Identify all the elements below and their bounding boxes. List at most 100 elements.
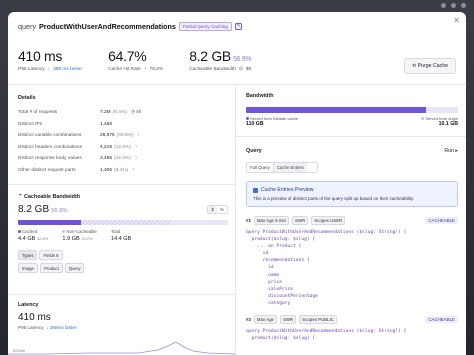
section-title[interactable]: ⌃ Cacheable Bandwidth [18, 194, 228, 200]
metric-value: 8.2 GB 56.9% [189, 48, 251, 64]
bandwidth-legend: Served from Stellate cache 110 GB Served … [246, 116, 458, 127]
section-title: Latency [18, 302, 39, 308]
code-line: product($slug: $slug) { [246, 336, 316, 342]
bar-served-cache [246, 107, 427, 113]
bandwidth-section: Bandwidth Served from Stellate cache 110 … [246, 93, 458, 127]
query-keyword: query [18, 22, 36, 31]
metric-latency: 410 ms P95 Latency ↓ 388 ms faster [18, 48, 82, 72]
legend-label: Cached [22, 229, 38, 234]
detail-num: 7.2M [100, 110, 111, 116]
metric-value-text: 8.2 GB [189, 48, 231, 64]
latency-sub: P95 Latency ↓388ms faster [18, 325, 228, 330]
section-title: Query [246, 148, 262, 154]
query-tabs: Full Query Cache Entries [246, 162, 318, 173]
chevron-up-icon: ⌃ [18, 194, 23, 200]
arrow-down-icon: ↓ [46, 325, 49, 330]
legend-sub: 13.2% [81, 236, 93, 241]
metric-value: 410 ms [18, 48, 63, 64]
detail-pct: (12.3%) [114, 156, 131, 162]
bandwidth-value: 8.2 GB 56.9% [18, 204, 228, 215]
detail-label: Other distinct request parts [18, 167, 76, 173]
bandwidth-legend: Cached 4.4 GB 30.6% Non-Cacheable 1.9 GB 1… [18, 229, 228, 242]
detail-row: Distinct headers combinations 4,219 (12.3%… [18, 142, 228, 154]
cacheable-bandwidth-section: ⌃ Cacheable Bandwidth 8.2 GB 56.9% $ % Ca… [18, 194, 228, 273]
toggle-dollar[interactable]: $ [208, 206, 217, 213]
trend-icon: ↑ [134, 144, 138, 150]
edit-icon[interactable]: ✎ [234, 23, 242, 30]
entry-tag: SWR [291, 216, 309, 225]
code-line: query ProductWithUserAndRecommendations … [246, 329, 407, 335]
metric-value: 64.7% [108, 48, 147, 64]
right-panel: Bandwidth Served from Stellate cache 110 … [236, 84, 466, 355]
bar-served-origin [426, 107, 458, 113]
query-title: query ProductWithUserAndRecommendations … [18, 22, 456, 31]
code-line: discountPercentage [246, 293, 318, 299]
detail-label: Distinct IPs [18, 121, 42, 127]
latency-label: P95 Latency [18, 325, 44, 330]
entry-tag: Scopes USER [311, 216, 346, 225]
detail-row: Total # of requests 7.2M (8.4%) ◷ 4h [18, 107, 228, 119]
type-chip[interactable]: Image [18, 263, 38, 273]
detail-pct: (8.4%) [114, 167, 129, 173]
entry-tag: Max Age [253, 315, 277, 325]
legend-value: 14.4 GB [110, 236, 132, 242]
served-origin-value: 10.1 GB [438, 121, 458, 127]
section-title-text: Cacheable Bandwidth [24, 194, 81, 200]
purge-label: Purge Cache [417, 63, 448, 69]
info-title: Cache Entries Preview [261, 187, 314, 193]
filter-chips: Types Fields 8 Image Product Query [18, 250, 228, 273]
tag-label: Scopes [302, 317, 317, 323]
code-line: recommendations { [246, 258, 310, 264]
type-chip[interactable]: Product [39, 263, 63, 273]
filter-fields[interactable]: Fields 8 [39, 250, 63, 260]
code-line: ... on Product { [246, 244, 302, 250]
entry-tag: Scopes PUBLIC [299, 315, 337, 325]
code-line: id [246, 251, 269, 257]
partial-caching-badge: Partial Query Caching [178, 22, 232, 31]
latency-sparkline [8, 342, 235, 355]
cache-entry: #2 Max Age SWR Scopes PUBLIC CACHEABLE q… [246, 315, 458, 342]
query-modal: ✕ query ProductWithUserAndRecommendation… [8, 12, 466, 355]
code-line: salePrice [246, 286, 294, 292]
tab-full-query[interactable]: Full Query [247, 163, 273, 172]
purge-cache-button[interactable]: ⟲ Purge Cache [403, 58, 456, 74]
run-button[interactable]: Run ▸ [444, 148, 458, 154]
tag-label: Max Age [256, 218, 274, 223]
detail-num: 3,456 [100, 156, 113, 162]
bandwidth-split-bar [246, 107, 458, 113]
play-icon: ▸ [455, 148, 458, 154]
metric-label: Cacheable Bandwidth [189, 67, 236, 72]
code-line: id [246, 265, 274, 271]
entry-number: #1 [246, 218, 251, 223]
filter-count: 8 [56, 252, 59, 258]
detail-row: Distinct response body values 3,456 (12.3%… [18, 153, 228, 165]
served-cache: Served from Stellate cache 110 GB [246, 116, 298, 127]
cacheable-status: CACHEABLE [425, 316, 458, 324]
served-cache-value: 110 GB [246, 121, 264, 127]
legend-value: 4.4 GB 30.6% [18, 236, 48, 242]
run-label: Run [444, 148, 454, 154]
detail-label: Distinct response body values [18, 156, 82, 162]
filter-types[interactable]: Types [18, 250, 38, 260]
code-line: category [246, 300, 291, 306]
info-icon [253, 187, 258, 193]
code-line: product($slug: $slug) { [246, 237, 316, 243]
purge-icon: ⟲ [411, 63, 417, 69]
latency-extra: 388ms faster [49, 325, 77, 330]
code-line: query ProductWithUserAndRecommendations … [246, 230, 407, 235]
bandwidth-value-text: 8.2 GB [18, 204, 50, 215]
tab-cache-entries[interactable]: Cache Entries [272, 163, 307, 172]
toggle-percent[interactable]: % [217, 206, 227, 213]
section-title: Details [18, 95, 36, 101]
type-chip[interactable]: Query [64, 263, 85, 273]
window-controls [441, 3, 466, 8]
divider [8, 184, 235, 185]
latency-value: 410 ms [18, 312, 51, 323]
trend-icon: ↑ [137, 133, 140, 139]
divider [236, 136, 466, 137]
legend-total: Total 14.4 GB [111, 229, 132, 242]
cache-entries-info: Cache Entries Preview This is a preview … [246, 181, 458, 207]
entry-number: #2 [246, 317, 251, 323]
detail-num: 28,675 [100, 133, 115, 139]
metric-delta: 56.9% [232, 56, 252, 63]
